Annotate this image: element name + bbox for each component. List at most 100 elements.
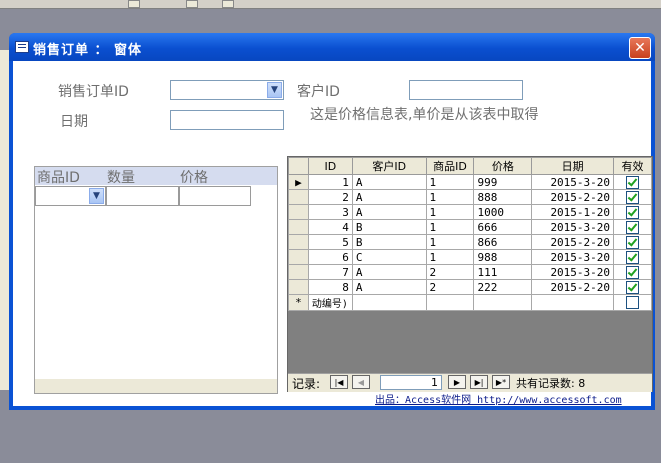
toolbar-button[interactable]: [128, 0, 140, 8]
date-field[interactable]: [170, 110, 284, 130]
table-row[interactable]: 4 B 1 666 2015-3-20: [288, 219, 652, 235]
row-selector[interactable]: [288, 189, 309, 205]
cell-valid[interactable]: [613, 219, 652, 235]
new-record-row[interactable]: * 动编号): [288, 294, 652, 311]
row-selector-header[interactable]: [288, 157, 309, 175]
cell-date[interactable]: 2015-2-20: [531, 189, 615, 205]
cell-product[interactable]: 2: [425, 279, 475, 295]
cell-customer[interactable]: [351, 294, 427, 311]
cell-price[interactable]: 222: [473, 279, 533, 295]
title-bar[interactable]: 销售订单 ： 窗体 ✕: [9, 33, 655, 61]
cell-customer[interactable]: A: [351, 279, 427, 295]
dropdown-arrow-icon[interactable]: ▼: [267, 82, 282, 98]
cell-id[interactable]: 7: [307, 264, 353, 280]
valid-checkbox[interactable]: [626, 250, 640, 264]
subform-quantity-cell[interactable]: [106, 186, 179, 206]
cell-product[interactable]: 1: [425, 189, 475, 205]
cell-date[interactable]: 2015-3-20: [531, 249, 615, 265]
cell-id[interactable]: 8: [307, 279, 353, 295]
cell-valid[interactable]: [613, 204, 652, 220]
table-row[interactable]: 5 B 1 866 2015-2-20: [288, 234, 652, 250]
close-button[interactable]: ✕: [629, 37, 651, 59]
row-selector[interactable]: [288, 204, 309, 220]
cell-price[interactable]: 988: [473, 249, 533, 265]
cell-valid[interactable]: [613, 234, 652, 250]
valid-checkbox[interactable]: [626, 205, 640, 219]
cell-id-autonumber[interactable]: 动编号): [307, 294, 353, 311]
new-record-button[interactable]: ▶*: [492, 375, 510, 389]
cell-customer[interactable]: A: [351, 174, 427, 190]
cell-date[interactable]: [531, 294, 615, 311]
dropdown-arrow-icon[interactable]: ▼: [89, 188, 104, 204]
row-selector[interactable]: [288, 219, 309, 235]
valid-checkbox[interactable]: [626, 235, 640, 249]
cell-product[interactable]: [425, 294, 475, 311]
valid-checkbox[interactable]: [626, 175, 640, 189]
prev-record-button[interactable]: ◀: [352, 375, 370, 389]
column-header-product-id[interactable]: 商品ID: [425, 157, 475, 175]
table-row[interactable]: 3 A 1 1000 2015-1-20: [288, 204, 652, 220]
cell-product[interactable]: 1: [425, 219, 475, 235]
cell-date[interactable]: 2015-1-20: [531, 204, 615, 220]
toolbar-button[interactable]: [186, 0, 198, 8]
cell-valid[interactable]: [613, 264, 652, 280]
cell-price[interactable]: 111: [473, 264, 533, 280]
cell-id[interactable]: 5: [307, 234, 353, 250]
column-header-customer-id[interactable]: 客户ID: [351, 157, 427, 175]
cell-product[interactable]: 2: [425, 264, 475, 280]
column-header-valid[interactable]: 有效: [613, 157, 652, 175]
valid-checkbox[interactable]: [626, 190, 640, 204]
cell-product[interactable]: 1: [425, 234, 475, 250]
cell-date[interactable]: 2015-2-20: [531, 279, 615, 295]
cell-price[interactable]: 999: [473, 174, 533, 190]
cell-valid[interactable]: [613, 279, 652, 295]
next-record-button[interactable]: ▶: [448, 375, 466, 389]
valid-checkbox[interactable]: [626, 265, 640, 279]
customer-id-field[interactable]: [409, 80, 523, 100]
cell-product[interactable]: 1: [425, 204, 475, 220]
cell-id[interactable]: 4: [307, 219, 353, 235]
valid-checkbox[interactable]: [626, 280, 640, 294]
cell-price[interactable]: 666: [473, 219, 533, 235]
toolbar-button[interactable]: [222, 0, 234, 8]
column-header-date[interactable]: 日期: [531, 157, 615, 175]
cell-date[interactable]: 2015-3-20: [531, 264, 615, 280]
row-selector[interactable]: [288, 279, 309, 295]
cell-product[interactable]: 1: [425, 174, 475, 190]
cell-customer[interactable]: A: [351, 264, 427, 280]
cell-date[interactable]: 2015-3-20: [531, 174, 615, 190]
footer-credit-link[interactable]: 出品：Access软件网 http://www.accessoft.com: [375, 391, 622, 406]
cell-price[interactable]: 866: [473, 234, 533, 250]
cell-date[interactable]: 2015-2-20: [531, 234, 615, 250]
valid-checkbox[interactable]: [626, 296, 640, 310]
cell-id[interactable]: 3: [307, 204, 353, 220]
cell-customer[interactable]: A: [351, 204, 427, 220]
cell-product[interactable]: 1: [425, 249, 475, 265]
cell-customer[interactable]: A: [351, 189, 427, 205]
cell-valid[interactable]: [613, 249, 652, 265]
cell-price[interactable]: 1000: [473, 204, 533, 220]
cell-id[interactable]: 2: [307, 189, 353, 205]
cell-date[interactable]: 2015-3-20: [531, 219, 615, 235]
cell-valid[interactable]: [613, 294, 652, 311]
cell-customer[interactable]: B: [351, 234, 427, 250]
table-row[interactable]: 6 C 1 988 2015-3-20: [288, 249, 652, 265]
cell-price[interactable]: [473, 294, 533, 311]
table-row[interactable]: ▶ 1 A 1 999 2015-3-20: [288, 174, 652, 190]
cell-price[interactable]: 888: [473, 189, 533, 205]
cell-valid[interactable]: [613, 189, 652, 205]
cell-id[interactable]: 1: [307, 174, 353, 190]
order-id-combo[interactable]: ▼: [170, 80, 284, 100]
table-row[interactable]: 7 A 2 111 2015-3-20: [288, 264, 652, 280]
first-record-button[interactable]: |◀: [330, 375, 348, 389]
last-record-button[interactable]: ▶|: [470, 375, 488, 389]
cell-customer[interactable]: C: [351, 249, 427, 265]
column-header-price[interactable]: 价格: [473, 157, 533, 175]
row-selector[interactable]: [288, 249, 309, 265]
subform-price-cell[interactable]: [179, 186, 251, 206]
table-row[interactable]: 2 A 1 888 2015-2-20: [288, 189, 652, 205]
cell-valid[interactable]: [613, 174, 652, 190]
table-row[interactable]: 8 A 2 222 2015-2-20: [288, 279, 652, 295]
cell-customer[interactable]: B: [351, 219, 427, 235]
current-row-icon[interactable]: ▶: [288, 174, 309, 190]
